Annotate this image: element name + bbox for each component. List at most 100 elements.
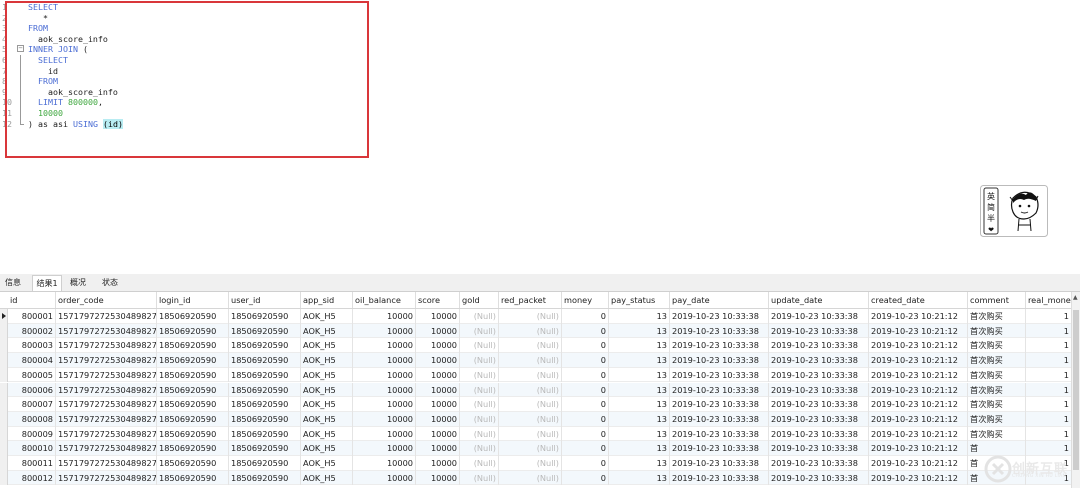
table-cell[interactable]: 18506920590 <box>157 338 229 354</box>
table-row[interactable]: 800004 1571797272530489827 18506920590 1850… <box>0 353 1080 368</box>
row-selector[interactable] <box>0 456 8 471</box>
row-selector[interactable] <box>0 309 8 324</box>
table-cell[interactable]: 首次购买 <box>968 323 1026 339</box>
table-cell[interactable]: 18506920590 <box>229 456 301 471</box>
table-row[interactable]: 800005 1571797272530489827 18506920590 1850… <box>0 367 1080 383</box>
table-cell[interactable]: 10000 <box>416 353 460 368</box>
column-header-created-date[interactable]: created_date <box>869 292 968 308</box>
table-cell[interactable]: 13 <box>609 367 670 383</box>
table-cell[interactable]: (Null) <box>499 441 562 456</box>
table-cell[interactable]: 18506920590 <box>157 397 229 412</box>
table-cell[interactable]: 800005 <box>8 367 56 383</box>
table-cell[interactable]: 10000 <box>353 426 416 442</box>
table-cell[interactable]: 10000 <box>353 323 416 339</box>
table-cell[interactable]: 首次购买 <box>968 309 1026 324</box>
table-cell[interactable]: 800004 <box>8 353 56 368</box>
table-cell[interactable]: AOK_H5 <box>301 367 353 383</box>
column-header-red-packet[interactable]: red_packet <box>499 292 562 308</box>
table-cell[interactable]: 0 <box>562 353 609 368</box>
row-selector[interactable] <box>0 353 8 368</box>
table-cell[interactable]: (Null) <box>499 323 562 339</box>
table-cell[interactable]: 10000 <box>416 309 460 324</box>
table-cell[interactable]: 10000 <box>416 382 460 398</box>
table-cell[interactable]: AOK_H5 <box>301 456 353 471</box>
table-cell[interactable]: AOK_H5 <box>301 338 353 354</box>
table-cell[interactable]: 18506920590 <box>229 323 301 339</box>
column-header-score[interactable]: score <box>416 292 460 308</box>
table-cell[interactable]: 10000 <box>353 382 416 398</box>
column-header-gold[interactable]: gold <box>460 292 499 308</box>
table-row[interactable]: 800002 1571797272530489827 18506920590 1850… <box>0 323 1080 339</box>
table-cell[interactable]: 10000 <box>416 470 460 486</box>
table-cell[interactable]: 10000 <box>353 441 416 456</box>
row-selector[interactable] <box>0 411 8 427</box>
table-cell[interactable]: 2019-10-23 10:33:38 <box>769 397 869 412</box>
table-cell[interactable]: 1 <box>1026 367 1072 383</box>
result-grid[interactable]: id order_code login_id user_id app_sid oil_ba… <box>0 292 1080 488</box>
table-cell[interactable]: 2019-10-23 10:33:38 <box>769 470 869 486</box>
table-cell[interactable]: 10000 <box>416 397 460 412</box>
column-header-pay-status[interactable]: pay_status <box>609 292 670 308</box>
table-cell[interactable]: 13 <box>609 441 670 456</box>
table-cell[interactable]: 18506920590 <box>229 382 301 398</box>
table-cell[interactable]: 首次购买 <box>968 397 1026 412</box>
table-cell[interactable]: 2019-10-23 10:21:12 <box>869 367 968 383</box>
table-cell[interactable]: AOK_H5 <box>301 426 353 442</box>
table-cell[interactable]: 2019-10-23 10:33:38 <box>769 353 869 368</box>
table-cell[interactable]: 800002 <box>8 323 56 339</box>
table-cell[interactable]: 2019-10-23 10:33:38 <box>670 426 769 442</box>
table-cell[interactable]: (Null) <box>499 411 562 427</box>
table-cell[interactable]: 10000 <box>416 338 460 354</box>
column-header-app-sid[interactable]: app_sid <box>301 292 353 308</box>
table-cell[interactable]: 1 <box>1026 309 1072 324</box>
table-cell[interactable]: 10000 <box>353 309 416 324</box>
table-cell[interactable]: 首次购买 <box>968 338 1026 354</box>
table-cell[interactable]: 2019-10-23 10:33:38 <box>769 323 869 339</box>
table-cell[interactable]: 18506920590 <box>157 411 229 427</box>
table-cell[interactable]: 0 <box>562 470 609 486</box>
scroll-up-icon[interactable]: ▲ <box>1073 294 1078 301</box>
table-cell[interactable]: 0 <box>562 367 609 383</box>
table-cell[interactable]: 2019-10-23 10:33:38 <box>769 338 869 354</box>
column-header-user-id[interactable]: user_id <box>229 292 301 308</box>
table-cell[interactable]: (Null) <box>460 397 499 412</box>
table-cell[interactable]: 800011 <box>8 456 56 471</box>
table-cell[interactable]: 10000 <box>353 411 416 427</box>
table-cell[interactable]: AOK_H5 <box>301 470 353 486</box>
table-cell[interactable]: 1571797272530489827 <box>56 470 157 486</box>
table-cell[interactable]: 18506920590 <box>157 470 229 486</box>
table-cell[interactable]: 2019-10-23 10:21:12 <box>869 397 968 412</box>
table-cell[interactable]: 18506920590 <box>229 309 301 324</box>
table-cell[interactable]: 2019-10-23 10:33:38 <box>670 323 769 339</box>
table-cell[interactable]: AOK_H5 <box>301 397 353 412</box>
table-cell[interactable]: 10000 <box>416 441 460 456</box>
table-cell[interactable]: 2019-10-23 10:21:12 <box>869 309 968 324</box>
table-cell[interactable]: AOK_H5 <box>301 411 353 427</box>
table-cell[interactable]: 13 <box>609 353 670 368</box>
row-selector[interactable] <box>0 441 8 456</box>
table-cell[interactable]: (Null) <box>460 411 499 427</box>
table-cell[interactable]: 首次购买 <box>968 382 1026 398</box>
table-cell[interactable]: 1 <box>1026 323 1072 339</box>
table-cell[interactable]: 18506920590 <box>229 441 301 456</box>
table-cell[interactable]: 2019-10-23 10:21:12 <box>869 338 968 354</box>
table-cell[interactable]: 13 <box>609 426 670 442</box>
table-cell[interactable]: 10000 <box>416 426 460 442</box>
table-cell[interactable]: 18506920590 <box>157 353 229 368</box>
table-cell[interactable]: 1 <box>1026 411 1072 427</box>
table-cell[interactable]: 1571797272530489827 <box>56 441 157 456</box>
table-cell[interactable]: 800003 <box>8 338 56 354</box>
table-cell[interactable]: 10000 <box>353 456 416 471</box>
row-selector[interactable] <box>0 470 8 486</box>
table-cell[interactable]: (Null) <box>499 338 562 354</box>
table-cell[interactable]: (Null) <box>499 456 562 471</box>
table-cell[interactable]: (Null) <box>460 309 499 324</box>
table-cell[interactable]: 10000 <box>416 456 460 471</box>
table-cell[interactable]: 2019-10-23 10:33:38 <box>670 353 769 368</box>
table-cell[interactable]: 2019-10-23 10:33:38 <box>769 411 869 427</box>
table-cell[interactable]: 2019-10-23 10:33:38 <box>769 367 869 383</box>
table-cell[interactable]: 13 <box>609 382 670 398</box>
row-selector[interactable] <box>0 338 8 354</box>
table-cell[interactable]: 2019-10-23 10:21:12 <box>869 441 968 456</box>
table-cell[interactable]: AOK_H5 <box>301 309 353 324</box>
